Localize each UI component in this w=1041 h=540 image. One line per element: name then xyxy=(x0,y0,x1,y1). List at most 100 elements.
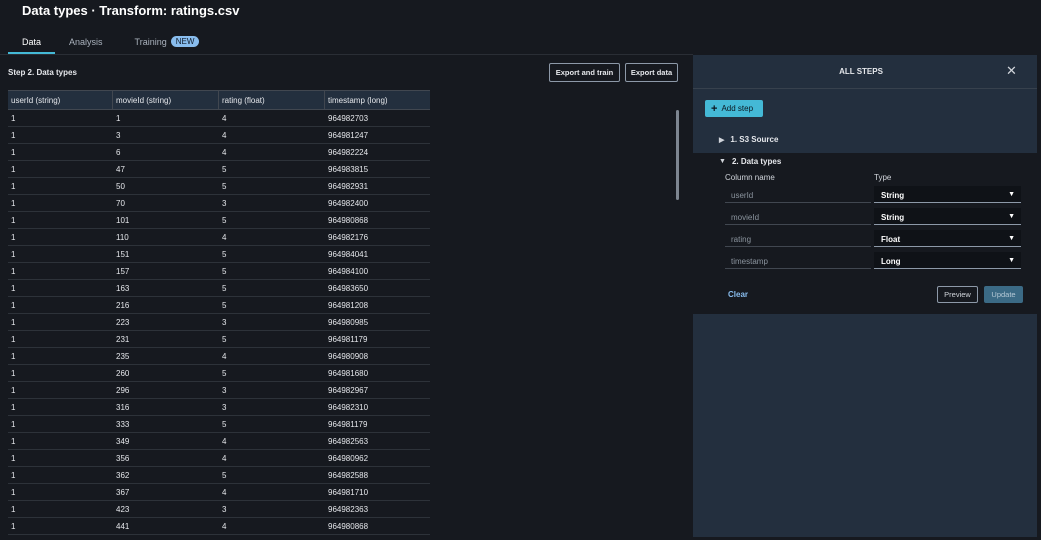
table-row[interactable]: 1 151 5 964984041 xyxy=(8,246,430,263)
tab-training[interactable]: Training NEW xyxy=(117,34,214,54)
table-row[interactable]: 1 157 5 964984100 xyxy=(8,263,430,280)
table-scrollbar[interactable] xyxy=(676,110,679,200)
table-header: userId (string) movieId (string) rating … xyxy=(8,90,430,110)
add-step-button[interactable]: + Add step xyxy=(705,100,763,117)
table-row[interactable]: 1 101 5 964980868 xyxy=(8,212,430,229)
step-s3-source-label: 1. S3 Source xyxy=(730,135,779,144)
column-name-field-rating: rating xyxy=(725,230,871,247)
export-and-train-button[interactable]: Export and train xyxy=(549,63,620,82)
table-cell: 1 xyxy=(11,420,16,429)
table-cell: 1 xyxy=(11,369,16,378)
table-row[interactable]: 1 3 4 964981247 xyxy=(8,127,430,144)
update-button[interactable]: Update xyxy=(984,286,1023,303)
table-cell: 50 xyxy=(116,182,125,191)
caret-right-icon: ▶ xyxy=(719,136,725,144)
table-cell: 356 xyxy=(116,454,130,463)
table-row[interactable]: 1 333 5 964981179 xyxy=(8,416,430,433)
table-row[interactable]: 1 316 3 964982310 xyxy=(8,399,430,416)
table-cell: 4 xyxy=(222,352,227,361)
table-cell: 316 xyxy=(116,403,130,412)
table-cell: 260 xyxy=(116,369,130,378)
table-cell: 151 xyxy=(116,250,130,259)
table-row[interactable]: 1 50 5 964982931 xyxy=(8,178,430,195)
table-row[interactable]: 1 367 4 964981710 xyxy=(8,484,430,501)
table-cell: 964983815 xyxy=(328,165,369,174)
table-cell: 4 xyxy=(222,233,227,242)
table-cell: 235 xyxy=(116,352,130,361)
table-cell: 3 xyxy=(222,199,227,208)
table-row[interactable]: 1 163 5 964983650 xyxy=(8,280,430,297)
clear-button[interactable]: Clear xyxy=(728,290,748,299)
table-cell: 964980985 xyxy=(328,318,369,327)
all-steps-panel: ALL STEPS ✕ + Add step ▶ 1. S3 Source ▼ … xyxy=(693,55,1037,537)
column-name-field-movieid: movieId xyxy=(725,208,871,225)
table-cell: 964982363 xyxy=(328,505,369,514)
table-cell: 1 xyxy=(11,148,16,157)
table-row[interactable]: 1 70 3 964982400 xyxy=(8,195,430,212)
tab-bar: Data Analysis Training NEW xyxy=(8,34,213,54)
preview-button[interactable]: Preview xyxy=(937,286,978,303)
table-cell: 964981179 xyxy=(328,420,368,429)
table-cell: 4 xyxy=(222,437,227,446)
table-cell: 5 xyxy=(222,420,227,429)
table-cell: 223 xyxy=(116,318,130,327)
table-row[interactable]: 1 362 5 964982588 xyxy=(8,467,430,484)
type-select-movieid[interactable]: String ▼ xyxy=(874,208,1021,225)
step-data-types[interactable]: ▼ 2. Data types xyxy=(719,157,781,166)
table-row[interactable]: 1 349 4 964982563 xyxy=(8,433,430,450)
table-body: 1 1 4 964982703 1 3 4 964981247 1 6 4 964982224 1 47 5… xyxy=(8,110,430,535)
table-row[interactable]: 1 223 3 964980985 xyxy=(8,314,430,331)
add-step-label: Add step xyxy=(721,104,754,113)
table-cell: 5 xyxy=(222,267,227,276)
table-cell: 964981710 xyxy=(328,488,369,497)
table-row[interactable]: 1 356 4 964980962 xyxy=(8,450,430,467)
table-cell: 1 xyxy=(116,114,121,123)
step-data-types-block: ▼ 2. Data types Column name Type userId … xyxy=(693,153,1037,314)
column-header-userid[interactable]: userId (string) xyxy=(8,91,113,109)
tab-data[interactable]: Data xyxy=(8,34,56,54)
close-icon[interactable]: ✕ xyxy=(1006,63,1017,79)
page-title: Data types · Transform: ratings.csv xyxy=(22,3,240,18)
export-data-button[interactable]: Export data xyxy=(625,63,678,82)
table-row[interactable]: 1 6 4 964982224 xyxy=(8,144,430,161)
table-cell: 964982931 xyxy=(328,182,369,191)
column-header-timestamp[interactable]: timestamp (long) xyxy=(325,91,430,109)
table-cell: 964983650 xyxy=(328,284,369,293)
column-header-movieid[interactable]: movieId (string) xyxy=(113,91,219,109)
table-cell: 70 xyxy=(116,199,125,208)
table-cell: 4 xyxy=(222,131,227,140)
type-select-timestamp[interactable]: Long ▼ xyxy=(874,252,1021,269)
table-cell: 964980962 xyxy=(328,454,369,463)
table-cell: 1 xyxy=(11,165,16,174)
table-row[interactable]: 1 260 5 964981680 xyxy=(8,365,430,382)
table-cell: 1 xyxy=(11,403,16,412)
tab-analysis[interactable]: Analysis xyxy=(55,34,117,54)
table-cell: 1 xyxy=(11,386,16,395)
table-cell: 349 xyxy=(116,437,130,446)
table-row[interactable]: 1 441 4 964980868 xyxy=(8,518,430,535)
table-cell: 216 xyxy=(116,301,130,310)
table-row[interactable]: 1 235 4 964980908 xyxy=(8,348,430,365)
type-select-userid[interactable]: String ▼ xyxy=(874,186,1021,203)
table-row[interactable]: 1 110 4 964982176 xyxy=(8,229,430,246)
table-cell: 5 xyxy=(222,335,227,344)
column-header-rating[interactable]: rating (float) xyxy=(219,91,325,109)
table-row[interactable]: 1 1 4 964982703 xyxy=(8,110,430,127)
table-cell: 1 xyxy=(11,131,16,140)
step-s3-source[interactable]: ▶ 1. S3 Source xyxy=(719,135,778,144)
table-row[interactable]: 1 231 5 964981179 xyxy=(8,331,430,348)
table-cell: 5 xyxy=(222,250,227,259)
table-cell: 964980908 xyxy=(328,352,369,361)
table-row[interactable]: 1 47 5 964983815 xyxy=(8,161,430,178)
table-row[interactable]: 1 296 3 964982967 xyxy=(8,382,430,399)
table-cell: 5 xyxy=(222,471,227,480)
column-name-field-userid: userId xyxy=(725,186,871,203)
table-cell: 964980868 xyxy=(328,522,369,531)
table-cell: 964982588 xyxy=(328,471,369,480)
table-cell: 5 xyxy=(222,301,227,310)
table-cell: 1 xyxy=(11,454,16,463)
type-select-rating[interactable]: Float ▼ xyxy=(874,230,1021,247)
table-row[interactable]: 1 216 5 964981208 xyxy=(8,297,430,314)
table-row[interactable]: 1 423 3 964982363 xyxy=(8,501,430,518)
table-cell: 5 xyxy=(222,216,227,225)
